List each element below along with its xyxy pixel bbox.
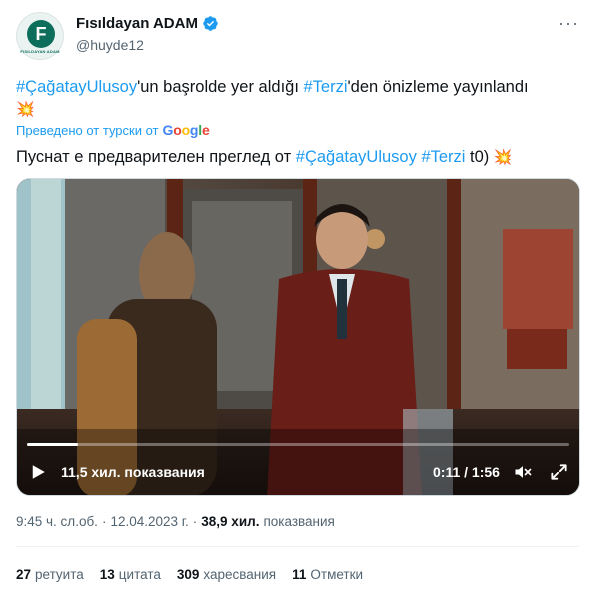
translation-notice-label: Преведено от турски от [16, 122, 159, 138]
meta-separator: · [101, 514, 107, 529]
video-progress-fill [27, 443, 79, 446]
name-row: Fısıldayan ADAM [76, 15, 219, 32]
volume-muted-icon[interactable] [513, 462, 533, 482]
likes-stat[interactable]: 309 харесвания [177, 567, 276, 582]
tweet-date[interactable]: 12.04.2023 г. [110, 514, 188, 529]
video-player[interactable]: 11,5 хил. показвания 0:11 / 1:56 [16, 178, 580, 496]
fullscreen-icon[interactable] [549, 462, 569, 482]
tweet-views-count: 38,9 хил. [201, 514, 260, 529]
user-handle[interactable]: @huyde12 [76, 37, 144, 53]
video-progress-bar[interactable] [27, 443, 569, 446]
hashtag-link[interactable]: #ÇağatayUlusoy [296, 148, 417, 166]
avatar[interactable]: F FISILDAYAN ADAM [16, 12, 64, 60]
hashtag-link[interactable]: #ÇağatayUlusoy [16, 78, 137, 96]
video-frame [17, 179, 579, 495]
video-controls: 11,5 хил. показвания 0:11 / 1:56 [17, 459, 579, 485]
tweet-stats: 27 ретуита 13 цитата 309 харесвания 11 Отмет… [16, 567, 363, 582]
retweets-stat[interactable]: 27 ретуита [16, 567, 84, 582]
hashtag-link[interactable]: #Terzi [421, 148, 465, 166]
tweet-header: F FISILDAYAN ADAM Fısıldayan ADAM @huyde… [16, 12, 579, 62]
quotes-stat[interactable]: 13 цитата [100, 567, 161, 582]
tweet-text-part: 'un başrolde yer aldığı [137, 78, 304, 96]
video-views-count: 11,5 хил. показвания [61, 464, 205, 480]
verified-badge-icon [203, 16, 218, 31]
translated-text: Пуснат е предварителен преглед от #Çağat… [16, 146, 513, 169]
collision-emoji-icon: 💥 [16, 101, 35, 118]
display-name[interactable]: Fısıldayan ADAM [76, 15, 198, 32]
google-logo: Google [162, 122, 210, 138]
play-icon[interactable] [29, 463, 47, 481]
divider [16, 546, 579, 547]
tweet-meta: 9:45 ч. сл.об. · 12.04.2023 г. · 38,9 хи… [16, 514, 335, 529]
avatar-caption: FISILDAYAN ADAM [20, 49, 60, 54]
tweet-text: #ÇağatayUlusoy'un başrolde yer aldığı #T… [16, 76, 579, 121]
video-time: 0:11 / 1:56 [433, 464, 500, 480]
translated-text-part: Пуснат е предварителен преглед от [16, 148, 296, 166]
collision-emoji-icon: 💥 [493, 149, 513, 166]
tweet-time[interactable]: 9:45 ч. сл.об. [16, 514, 98, 529]
more-options-icon[interactable]: ··· [558, 14, 579, 32]
tweet-views-label: показвания [263, 514, 335, 529]
translation-notice[interactable]: Преведено от турски от Google [16, 122, 210, 138]
meta-separator: · [192, 514, 198, 529]
bookmarks-stat[interactable]: 11 Отметки [292, 567, 363, 582]
avatar-logo: F [27, 20, 55, 48]
translated-text-part: t0) [465, 148, 494, 166]
hashtag-link[interactable]: #Terzi [304, 78, 348, 96]
tweet-text-part: 'den önizleme yayınlandı [347, 78, 529, 96]
